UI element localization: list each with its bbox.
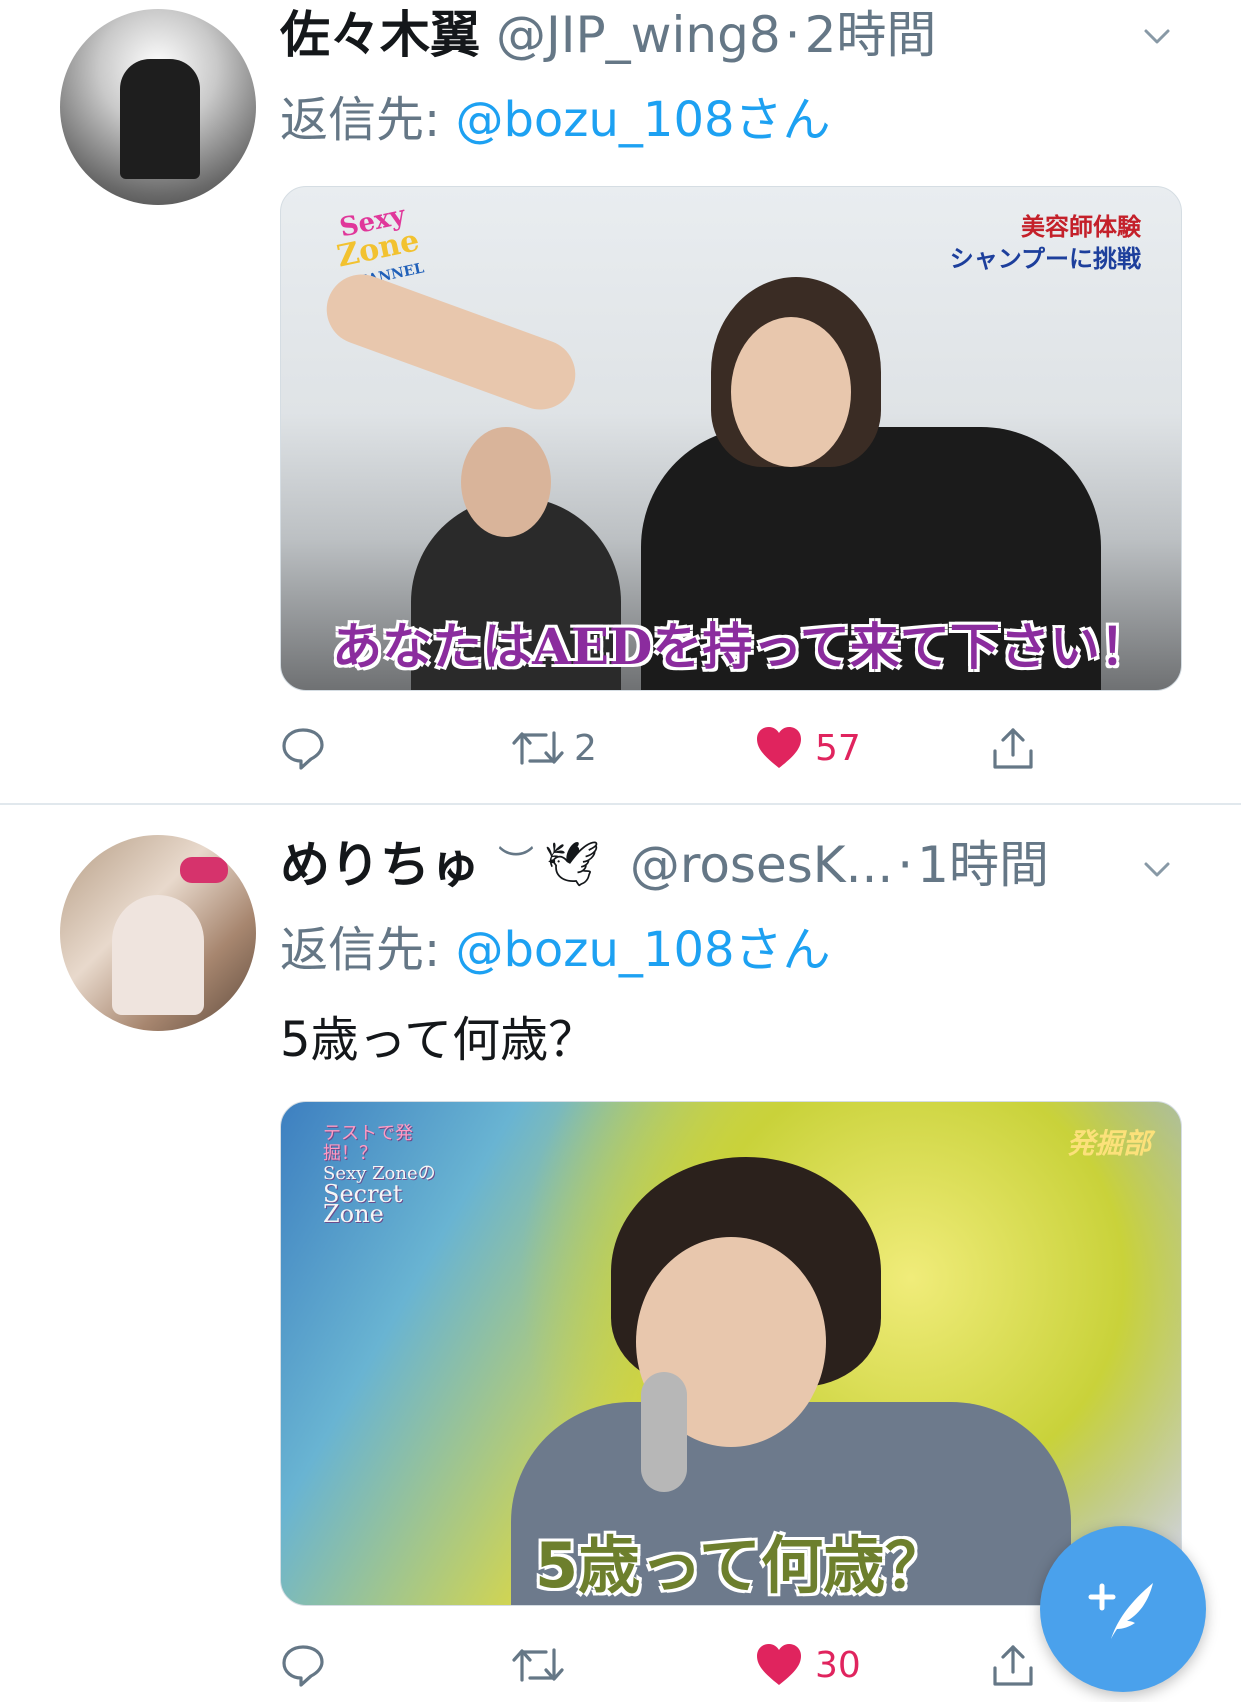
- timestamp[interactable]: 1時間: [917, 840, 1049, 890]
- separator: ·: [784, 6, 801, 64]
- display-name[interactable]: めりちゅ: [280, 840, 480, 890]
- avatar-figure: [120, 59, 200, 179]
- name-decoration: ︶: [498, 844, 535, 885]
- reply-prefix: 返信先:: [280, 922, 441, 978]
- reply-icon: [282, 1645, 324, 1687]
- media-caption: あなたはAEDを持って来て下さい！: [332, 617, 1150, 676]
- media-corner-line: 美容師体験: [1021, 213, 1141, 241]
- share-icon: [993, 728, 1033, 769]
- heart-icon: [757, 727, 801, 768]
- dove-icon: 🕊: [544, 839, 600, 890]
- share-button[interactable]: [990, 718, 1036, 778]
- like-count: 30: [815, 1644, 861, 1686]
- chevron-down-icon[interactable]: [1143, 855, 1171, 883]
- like-button[interactable]: 30: [755, 1635, 861, 1695]
- user-handle[interactable]: @rosesK...: [630, 840, 893, 890]
- tweet[interactable]: 佐々木翼 @JIP_wing8 · 2時間 返信先: @bozu_108さん S…: [0, 0, 1241, 804]
- media-logo-line: テストで発掘！？: [323, 1123, 413, 1164]
- share-button[interactable]: [990, 1635, 1036, 1695]
- media-microphone: [641, 1372, 687, 1492]
- avatar-bow: [180, 857, 228, 883]
- chevron-down-icon[interactable]: [1143, 22, 1171, 50]
- tweet-media-image[interactable]: テストで発掘！？ Sexy Zoneの Secret Zone 発掘部 5歳って…: [280, 1101, 1182, 1606]
- tweet-header: めりちゅ ︶ 🕊 @rosesK... · 1時間: [280, 830, 1049, 900]
- media-corner-label: 美容師体験 シャンプーに挑戦: [950, 211, 1141, 275]
- media-logo-line: Secret Zone: [323, 1180, 403, 1228]
- reply-context: 返信先: @bozu_108さん: [280, 80, 831, 150]
- retweet-count: 2: [574, 727, 597, 769]
- avatar-figure: [112, 895, 204, 1015]
- reply-button[interactable]: [280, 718, 326, 778]
- tweet-actions: 30: [280, 1635, 1140, 1695]
- like-button[interactable]: 57: [755, 718, 861, 778]
- user-handle[interactable]: @JIP_wing8: [496, 10, 781, 60]
- media-face: [461, 427, 551, 537]
- share-icon: [993, 1645, 1033, 1686]
- separator: ·: [897, 836, 914, 894]
- media-face: [731, 317, 851, 467]
- reply-prefix: 返信先:: [280, 92, 441, 148]
- heart-icon: [757, 1644, 801, 1685]
- retweet-icon: [512, 731, 564, 765]
- reply-to-link[interactable]: @bozu_108さん: [455, 92, 830, 148]
- tweet-actions: 2 57: [280, 718, 1140, 778]
- tweet-text: 5歳って何歳？: [280, 1012, 597, 1068]
- reply-icon: [282, 728, 324, 770]
- retweet-button[interactable]: [510, 1635, 574, 1695]
- media-corner-logo: 発掘部: [1066, 1127, 1151, 1160]
- like-count: 57: [815, 727, 861, 769]
- retweet-button[interactable]: 2: [510, 718, 597, 778]
- media-logo: テストで発掘！？ Sexy Zoneの Secret Zone: [323, 1123, 463, 1228]
- display-name[interactable]: 佐々木翼: [280, 10, 480, 60]
- reply-to-link[interactable]: @bozu_108さん: [455, 922, 830, 978]
- reply-context: 返信先: @bozu_108さん: [280, 910, 831, 980]
- media-caption: 5歳って何歳？: [534, 1529, 948, 1602]
- tweet-header: 佐々木翼 @JIP_wing8 · 2時間: [280, 0, 936, 70]
- media-corner-line: シャンプーに挑戦: [949, 245, 1141, 273]
- reply-button[interactable]: [280, 1635, 326, 1695]
- compose-icon: [1088, 1583, 1153, 1639]
- avatar[interactable]: [60, 835, 256, 1031]
- timestamp[interactable]: 2時間: [805, 10, 937, 60]
- retweet-icon: [512, 1648, 564, 1682]
- tweet-media-image[interactable]: Sexy Zone CHANNEL 美容師体験 シャンプーに挑戦 あなたはAED…: [280, 186, 1182, 691]
- compose-tweet-button[interactable]: [1040, 1526, 1206, 1692]
- avatar[interactable]: [60, 9, 256, 205]
